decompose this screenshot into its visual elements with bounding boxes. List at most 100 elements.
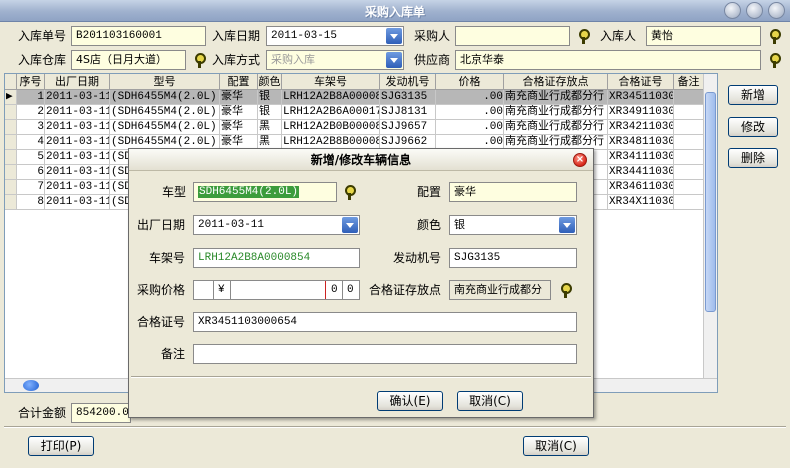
lookup-icon[interactable] bbox=[577, 28, 590, 44]
column-header[interactable]: 出厂日期 bbox=[45, 74, 110, 89]
table-cell[interactable]: .00 bbox=[436, 90, 504, 105]
column-header[interactable]: 合格证存放点 bbox=[504, 74, 608, 89]
table-cell[interactable] bbox=[674, 90, 704, 105]
table-row[interactable]: 3 2011-03-11 (SDH6455M4(2.0L) 豪华黑 LRH12A2B0B… bbox=[5, 120, 704, 135]
column-header[interactable]: 价格 bbox=[436, 74, 504, 89]
row-indicator[interactable] bbox=[5, 150, 17, 165]
table-cell[interactable]: 2011-03-11 bbox=[45, 105, 110, 120]
column-header[interactable]: 型号 bbox=[110, 74, 220, 89]
table-cell[interactable]: 2011-03-11 bbox=[45, 150, 110, 165]
config-field[interactable]: 豪华 bbox=[449, 182, 577, 202]
table-cell[interactable]: XR34611030 bbox=[608, 180, 674, 195]
date-field[interactable]: 2011-03-15 bbox=[266, 26, 404, 46]
row-indicator[interactable] bbox=[5, 135, 17, 150]
engine-field[interactable]: SJG3135 bbox=[449, 248, 577, 268]
order-no-field[interactable]: B201103160001 bbox=[71, 26, 206, 46]
remark-field[interactable] bbox=[193, 344, 577, 364]
table-row[interactable]: ▶ 1 2011-03-11 (SDH6455M4(2.0L) 豪华银 LRH12A2B8… bbox=[5, 90, 704, 105]
row-indicator[interactable] bbox=[5, 195, 17, 210]
table-cell[interactable]: 2011-03-11 bbox=[45, 120, 110, 135]
table-cell[interactable]: XR34411030 bbox=[608, 165, 674, 180]
table-cell[interactable]: 1 bbox=[17, 90, 45, 105]
table-cell[interactable]: 8 bbox=[17, 195, 45, 210]
current-row-icon[interactable]: ▶ bbox=[5, 90, 17, 105]
table-cell[interactable]: (SDH6455M4(2.0L) bbox=[110, 105, 220, 120]
table-cell[interactable]: .00 bbox=[436, 120, 504, 135]
table-cell[interactable]: 南充商业行成都分行 bbox=[504, 90, 608, 105]
table-cell[interactable] bbox=[674, 120, 704, 135]
table-cell[interactable]: 6 bbox=[17, 165, 45, 180]
table-cell[interactable]: (SDH6455M4(2.0L) bbox=[110, 120, 220, 135]
row-indicator[interactable] bbox=[5, 105, 17, 120]
edit-button[interactable]: 修改 bbox=[728, 117, 778, 137]
buyer-field[interactable] bbox=[455, 26, 570, 46]
table-cell[interactable]: SJJ9657 bbox=[380, 120, 436, 135]
cert-no-field[interactable]: XR3451103000654 bbox=[193, 312, 577, 332]
row-indicator[interactable] bbox=[5, 120, 17, 135]
dialog-cancel-button[interactable]: 取消(C) bbox=[457, 391, 523, 411]
chevron-down-icon[interactable] bbox=[342, 217, 358, 233]
table-row[interactable]: 2 2011-03-11 (SDH6455M4(2.0L) 豪华银 LRH12A2B6A… bbox=[5, 105, 704, 120]
table-cell[interactable]: 2 bbox=[17, 105, 45, 120]
lookup-icon[interactable] bbox=[559, 282, 572, 298]
vin-field[interactable]: LRH12A2B8A0000854 bbox=[193, 248, 360, 268]
column-header[interactable]: 颜色 bbox=[258, 74, 282, 89]
table-cell[interactable]: XR34X11030 bbox=[608, 195, 674, 210]
table-cell[interactable]: 4 bbox=[17, 135, 45, 150]
table-cell[interactable]: 2011-03-11 bbox=[45, 180, 110, 195]
table-cell[interactable]: 豪华 bbox=[220, 90, 258, 105]
chevron-down-icon[interactable] bbox=[386, 28, 402, 44]
table-cell[interactable]: 南充商业行成都分行 bbox=[504, 120, 608, 135]
column-header[interactable]: 配置 bbox=[220, 74, 258, 89]
table-cell[interactable]: 豪华 bbox=[220, 120, 258, 135]
close-button[interactable] bbox=[768, 2, 785, 19]
table-cell[interactable] bbox=[674, 195, 704, 210]
table-cell[interactable] bbox=[674, 135, 704, 150]
table-cell[interactable]: SJJ8131 bbox=[380, 105, 436, 120]
chevron-down-icon[interactable] bbox=[559, 217, 575, 233]
table-cell[interactable]: SJG3135 bbox=[380, 90, 436, 105]
table-cell[interactable]: .00 bbox=[436, 105, 504, 120]
confirm-button[interactable]: 确认(E) bbox=[377, 391, 443, 411]
table-cell[interactable]: 豪华 bbox=[220, 105, 258, 120]
chevron-down-icon[interactable] bbox=[386, 52, 402, 68]
table-cell[interactable]: XR34511030 bbox=[608, 90, 674, 105]
print-button[interactable]: 打印(P) bbox=[28, 436, 94, 456]
supplier-field[interactable]: 北京华泰 bbox=[455, 50, 761, 70]
table-cell[interactable]: 5 bbox=[17, 150, 45, 165]
table-cell[interactable] bbox=[674, 180, 704, 195]
table-cell[interactable]: 2011-03-11 bbox=[45, 165, 110, 180]
maximize-button[interactable] bbox=[746, 2, 763, 19]
cancel-button[interactable]: 取消(C) bbox=[523, 436, 589, 456]
delete-button[interactable]: 删除 bbox=[728, 148, 778, 168]
row-indicator[interactable] bbox=[5, 165, 17, 180]
lookup-icon[interactable] bbox=[768, 28, 781, 44]
table-cell[interactable]: 南充商业行成都分行 bbox=[504, 105, 608, 120]
row-indicator[interactable] bbox=[5, 180, 17, 195]
lookup-icon[interactable] bbox=[193, 52, 206, 68]
minimize-button[interactable] bbox=[724, 2, 741, 19]
lookup-icon[interactable] bbox=[343, 184, 356, 200]
table-cell[interactable]: XR34211030 bbox=[608, 120, 674, 135]
color-field[interactable]: 银 bbox=[449, 215, 577, 235]
add-button[interactable]: 新增 bbox=[728, 85, 778, 105]
table-cell[interactable]: LRH12A2B8A000085 bbox=[282, 90, 380, 105]
table-cell[interactable] bbox=[674, 165, 704, 180]
scroll-thumb[interactable] bbox=[705, 92, 716, 312]
table-cell[interactable]: 2011-03-11 bbox=[45, 90, 110, 105]
table-cell[interactable]: 3 bbox=[17, 120, 45, 135]
table-cell[interactable]: 7 bbox=[17, 180, 45, 195]
cert-place-field[interactable]: 南充商业行成都分 bbox=[449, 280, 551, 300]
table-cell[interactable]: LRH12A2B0B000081 bbox=[282, 120, 380, 135]
table-cell[interactable] bbox=[674, 105, 704, 120]
table-cell[interactable]: 银 bbox=[258, 105, 282, 120]
column-header[interactable]: 备注 bbox=[674, 74, 704, 89]
price-field[interactable]: ¥ 0 0 bbox=[193, 280, 360, 300]
column-header[interactable]: 发动机号 bbox=[380, 74, 436, 89]
table-cell[interactable]: XR34911030 bbox=[608, 105, 674, 120]
table-cell[interactable]: 2011-03-11 bbox=[45, 195, 110, 210]
method-field[interactable]: 采购入库 bbox=[266, 50, 404, 70]
factory-date-field[interactable]: 2011-03-11 bbox=[193, 215, 360, 235]
table-cell[interactable]: 黑 bbox=[258, 120, 282, 135]
lookup-icon[interactable] bbox=[768, 52, 781, 68]
